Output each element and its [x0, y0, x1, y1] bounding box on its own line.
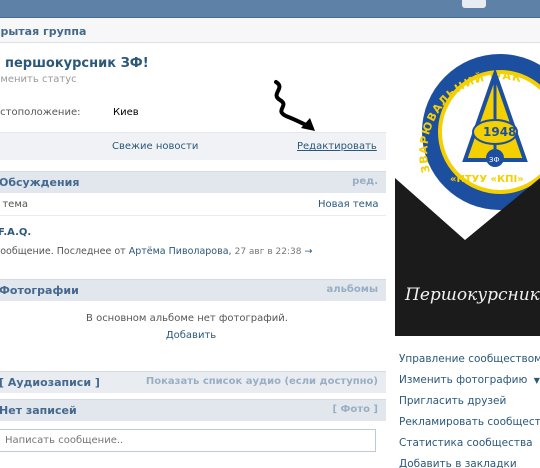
go-to-post-arrow-icon[interactable]: → [304, 246, 312, 257]
top-bar [0, 0, 540, 18]
group-type-label: крытая группа [0, 25, 87, 38]
status-edit-link[interactable]: зменить статус [0, 74, 77, 85]
info-location-value: Киев [113, 107, 139, 118]
last-post-author-link[interactable]: Артёма Пиволарова, [129, 246, 232, 257]
menu-item-manage[interactable]: Управление сообществом [399, 353, 540, 365]
group-avatar[interactable]: ЗВАРЮВАЛЬНИЙ ФАК 1948 ЗФ «НТУУ «КПІ» Пер… [395, 52, 540, 336]
annotation-arrow-icon [274, 80, 315, 131]
menu-item-advertise[interactable]: Рекламировать сообщество [399, 416, 540, 428]
new-topic-link[interactable]: Новая тема [318, 199, 379, 210]
audio-header[interactable]: [ Аудиозаписи ] Показать список аудио (е… [0, 371, 386, 393]
last-post-prefix: сообщение. Последнее от [0, 246, 126, 257]
photos-add-link[interactable]: Добавить [0, 330, 386, 341]
emblem-year: 1948 [483, 125, 516, 139]
wall-photo-link[interactable]: [ Фото ] [332, 404, 378, 415]
avatar-image: ЗВАРЮВАЛЬНИЙ ФАК 1948 ЗФ «НТУУ «КПІ» Пер… [395, 52, 540, 336]
chevron-down-icon[interactable]: ▼ [534, 376, 540, 385]
info-location-label: естоположение: [0, 107, 81, 118]
banner-text: Першокурсник [404, 285, 540, 305]
menu-item-change-photo[interactable]: Изменить фотографию ▼ [399, 374, 540, 386]
edit-link[interactable]: Редактировать [297, 141, 377, 152]
topic-last-post: сообщение. Последнее от Артёма Пиволаров… [0, 246, 312, 257]
photos-title[interactable]: Фотографии [0, 284, 79, 297]
albums-link[interactable]: альбомы [327, 284, 378, 295]
audio-show-list-link[interactable]: Показать список аудио (если доступно) [146, 376, 378, 387]
discussions-edit-link[interactable]: ред. [352, 176, 378, 187]
discussions-title[interactable]: Обсуждения [0, 176, 79, 189]
menu-item-invite[interactable]: Пригласить друзей [399, 395, 506, 407]
menu-item-change-photo-label[interactable]: Изменить фотографию [399, 374, 527, 386]
wall-message-input[interactable] [0, 429, 376, 452]
emblem-small-text: ЗФ [489, 156, 500, 164]
page-title: l першокурсник ЗФ! [0, 56, 149, 71]
last-post-date: 27 авг в 22:38 [234, 247, 302, 257]
photos-empty-text: В основном альбоме нет фотографий. [86, 313, 288, 324]
audio-title[interactable]: [ Аудиозаписи ] [0, 376, 100, 389]
emblem-bottom-text: «НТУУ «КПІ» [450, 174, 524, 185]
menu-item-bookmark[interactable]: Добавить в закладки [399, 458, 517, 468]
news-link[interactable]: Свежие новости [112, 141, 198, 152]
photos-header[interactable]: Фотографии альбомы [0, 279, 386, 301]
topic-count: . тема [0, 199, 29, 210]
wall-header: Нет записей [ Фото ] [0, 399, 386, 421]
menu-item-stats[interactable]: Статистика сообщества [399, 437, 533, 449]
wall-title: Нет записей [0, 404, 77, 417]
topic-title-link[interactable]: F.A.Q. [0, 227, 31, 238]
top-bar-tab[interactable] [462, 0, 486, 8]
discussions-header[interactable]: Обсуждения ред. [0, 171, 386, 193]
